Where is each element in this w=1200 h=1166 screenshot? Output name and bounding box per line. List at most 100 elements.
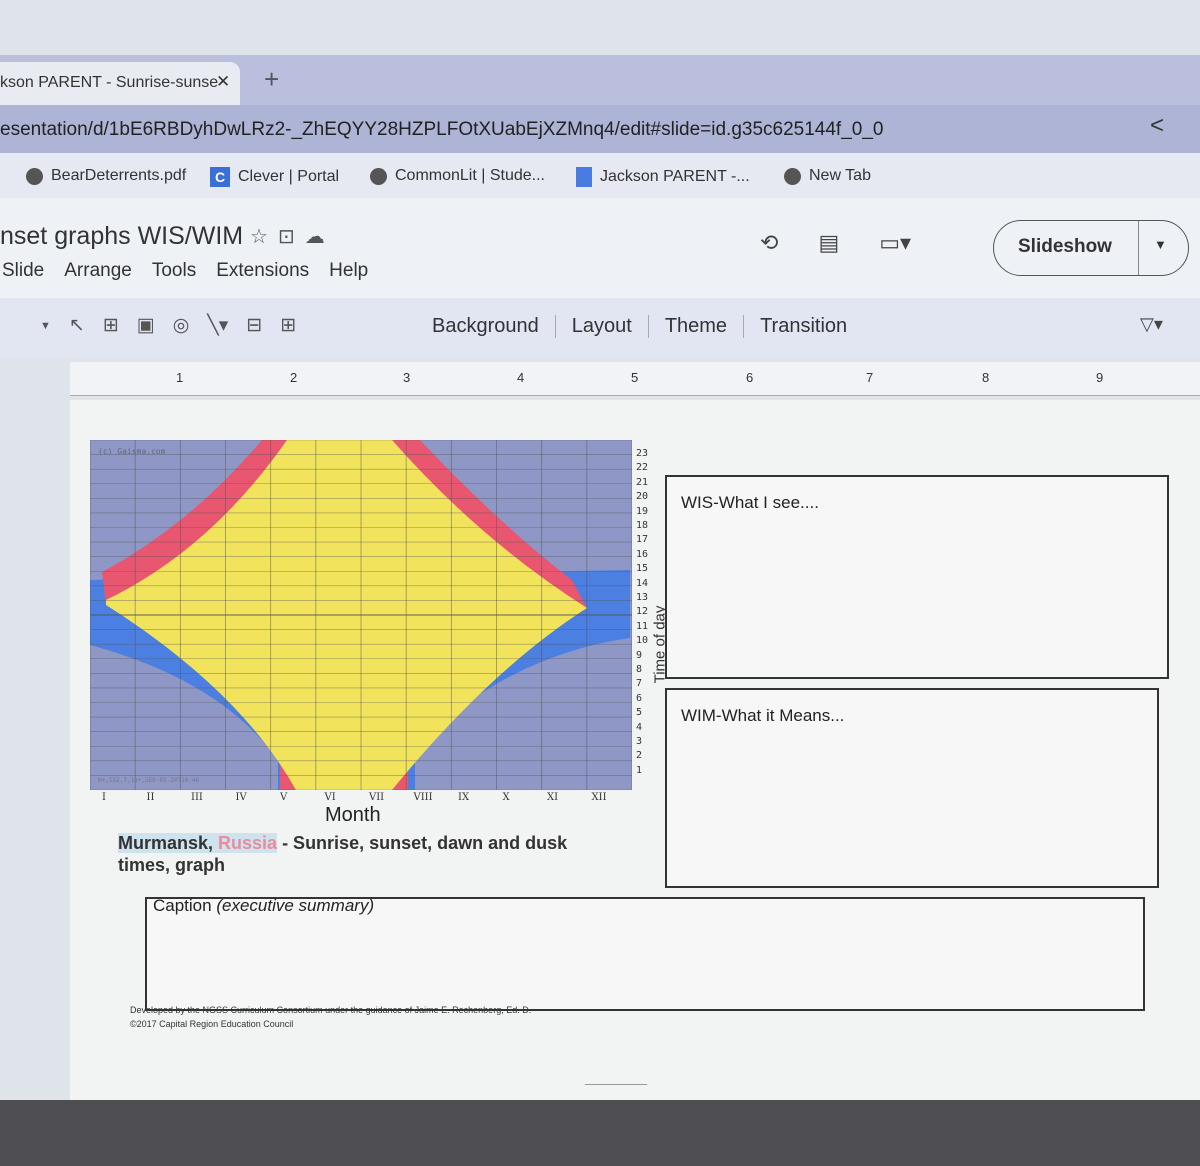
bookmark-label: CommonLit | Stude... bbox=[395, 167, 545, 184]
caption-label: Caption (executive summary) bbox=[153, 896, 374, 916]
add-icon[interactable]: ⊞ bbox=[280, 314, 296, 337]
bookmark-jackson-parent[interactable]: Jackson PARENT -... bbox=[576, 167, 750, 187]
credit-line: Developed by the NGSS Curriculum Consort… bbox=[130, 1005, 532, 1015]
ruler-mark: 9 bbox=[1096, 370, 1104, 385]
y-tick-label: 4 bbox=[636, 721, 643, 733]
x-tick-label: XI bbox=[547, 792, 559, 803]
x-tick-label: X bbox=[502, 792, 510, 803]
y-tick-label: 23 bbox=[636, 448, 649, 459]
header-actions: ⟲ ▤ ▭▾ bbox=[760, 230, 911, 256]
bookmark-clever[interactable]: C Clever | Portal bbox=[210, 167, 339, 187]
caption-title-part: Murmansk, bbox=[118, 833, 219, 853]
x-tick-label: III bbox=[191, 792, 203, 803]
chevron-down-icon[interactable]: ▼ bbox=[1154, 237, 1167, 252]
comments-icon[interactable]: ▤ bbox=[818, 230, 839, 256]
tab-title: kson PARENT - Sunrise-sunse bbox=[0, 74, 219, 91]
title-icons: ☆⊡☁ bbox=[250, 224, 335, 249]
text-box-icon[interactable]: ⊞ bbox=[103, 314, 119, 337]
x-tick-label: VII bbox=[369, 792, 385, 803]
meet-icon[interactable]: ▭▾ bbox=[879, 230, 911, 256]
credit-line: ©2017 Capital Region Education Council bbox=[130, 1019, 294, 1029]
y-tick-label: 19 bbox=[636, 505, 649, 517]
select-icon[interactable]: ↖ bbox=[69, 314, 85, 337]
caption-label-text: Caption bbox=[153, 896, 212, 915]
credit-text: Developed by the NGSS Curriculum Consort… bbox=[130, 1003, 531, 1031]
y-tick-label: 17 bbox=[636, 534, 649, 546]
ruler-mark: 6 bbox=[746, 370, 754, 385]
chart-footer-code: N+,1X2,7,19+,2E0-02-20T10:46 bbox=[98, 777, 200, 784]
russia-link[interactable]: Russia bbox=[218, 833, 278, 853]
layout-button[interactable]: Layout bbox=[556, 315, 649, 338]
slideshow-label: Slideshow bbox=[1018, 236, 1112, 257]
x-tick-label: VIII bbox=[413, 792, 433, 803]
pen-icon[interactable]: ▽▾ bbox=[1140, 314, 1163, 335]
y-tick-label: 10 bbox=[636, 635, 649, 647]
slideshow-button[interactable]: Slideshow ▼ bbox=[993, 220, 1189, 276]
new-tab-button[interactable]: + bbox=[264, 64, 279, 95]
ruler-mark: 8 bbox=[982, 370, 990, 385]
globe-icon bbox=[370, 167, 387, 185]
menu-slide[interactable]: Slide bbox=[2, 260, 44, 282]
menu-help[interactable]: Help bbox=[329, 260, 368, 282]
bookmark-commonlit[interactable]: CommonLit | Stude... bbox=[370, 167, 545, 185]
bookmark-new-tab[interactable]: New Tab bbox=[784, 167, 871, 185]
y-tick-label: 14 bbox=[636, 577, 649, 589]
x-tick-label: XII bbox=[591, 792, 607, 803]
y-tick-label: 8 bbox=[636, 664, 643, 675]
y-tick-label: 3 bbox=[636, 736, 643, 747]
y-tick-label: 1 bbox=[636, 764, 643, 776]
menu-tools[interactable]: Tools bbox=[152, 260, 196, 282]
cloud-status-icon[interactable]: ☁ bbox=[305, 226, 335, 248]
address-bar[interactable]: esentation/d/1bE6RBDyhDwLRz2-_ZhEQYY28HZ… bbox=[0, 105, 1200, 153]
image-icon[interactable]: ▣ bbox=[137, 314, 155, 337]
close-tab-icon[interactable]: ✕ bbox=[216, 72, 230, 92]
globe-icon bbox=[26, 167, 43, 185]
x-tick-label: II bbox=[146, 792, 155, 803]
menu-arrange[interactable]: Arrange bbox=[64, 260, 132, 282]
ruler-mark: 3 bbox=[403, 370, 411, 385]
y-tick-label: 11 bbox=[636, 620, 649, 632]
globe-icon bbox=[784, 167, 801, 185]
y-tick-label: 7 bbox=[636, 678, 643, 690]
ruler-mark: 7 bbox=[866, 370, 874, 385]
sunrise-sunset-chart-image: (c) Gaisma.com N+,1X2,7,19+,2E0-02-20T10… bbox=[90, 440, 632, 790]
wis-text-box[interactable]: WIS-What I see.... bbox=[665, 475, 1169, 679]
divider bbox=[585, 1084, 647, 1085]
y-tick-label: 20 bbox=[636, 491, 649, 503]
docs-icon bbox=[576, 167, 592, 187]
share-icon[interactable]: < bbox=[1150, 112, 1164, 140]
theme-button[interactable]: Theme bbox=[649, 315, 745, 338]
clever-icon: C bbox=[210, 167, 230, 187]
transition-button[interactable]: Transition bbox=[744, 315, 863, 338]
y-tick-label: 18 bbox=[636, 520, 649, 531]
background-button[interactable]: Background bbox=[432, 315, 556, 338]
bookmark-beardeterrents[interactable]: BearDeterrents.pdf bbox=[26, 167, 186, 185]
comment-icon[interactable]: ⊟ bbox=[246, 314, 262, 337]
menu-extensions[interactable]: Extensions bbox=[216, 260, 309, 282]
shapes-icon[interactable]: ◎ bbox=[173, 314, 190, 337]
move-to-folder-icon[interactable]: ⊡ bbox=[278, 226, 305, 248]
y-tick-label: 2 bbox=[636, 750, 643, 762]
ruler-mark: 1 bbox=[176, 370, 184, 385]
document-title[interactable]: nset graphs WIS/WIM bbox=[0, 222, 243, 251]
chevron-down-icon[interactable]: ▼ bbox=[40, 320, 51, 332]
y-tick-label: 5 bbox=[636, 707, 643, 719]
x-tick-label: VI bbox=[324, 792, 336, 803]
bookmark-label: Jackson PARENT -... bbox=[600, 168, 750, 185]
chart-caption-title: Murmansk, Russia - Sunrise, sunset, dawn… bbox=[118, 832, 588, 876]
menu-bar: Slide Arrange Tools Extensions Help bbox=[2, 260, 368, 282]
ruler-mark: 4 bbox=[517, 370, 525, 385]
line-icon[interactable]: ╲▾ bbox=[207, 314, 228, 337]
star-icon[interactable]: ☆ bbox=[250, 226, 278, 248]
x-tick-label: V bbox=[280, 792, 288, 803]
wim-label: WIM-What it Means... bbox=[681, 706, 845, 725]
y-tick-label: 22 bbox=[636, 462, 649, 474]
caption-hint: (executive summary) bbox=[216, 896, 375, 915]
toolbar-text-buttons: Background Layout Theme Transition bbox=[432, 315, 863, 338]
ruler[interactable]: 1 2 3 4 5 6 7 8 9 bbox=[70, 362, 1200, 396]
history-icon[interactable]: ⟲ bbox=[760, 230, 778, 256]
wim-text-box[interactable]: WIM-What it Means... bbox=[665, 688, 1159, 888]
x-tick-label: IV bbox=[235, 792, 247, 803]
screen-bezel bbox=[0, 1100, 1200, 1166]
browser-tab[interactable]: kson PARENT - Sunrise-sunse ✕ bbox=[0, 62, 240, 105]
